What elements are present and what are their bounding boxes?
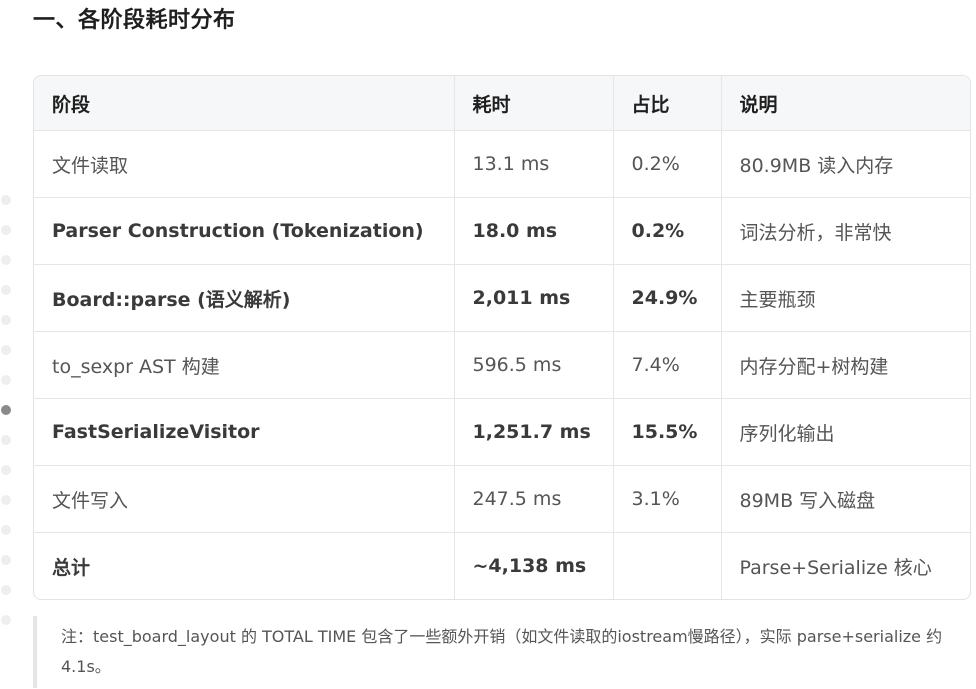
table-row: to_sexpr AST 构建 596.5 ms 7.4% 内存分配+树构建: [34, 331, 970, 399]
table-row: 文件写入 247.5 ms 3.1% 89MB 写入磁盘: [34, 465, 970, 533]
stage-cell: 文件写入: [34, 465, 455, 533]
note-text: 注：test_board_layout 的 TOTAL TIME 包含了一些额外…: [61, 627, 943, 676]
header-description: 说明: [721, 76, 970, 131]
stage-cell: Parser Construction (Tokenization): [34, 197, 455, 265]
description-cell: 序列化输出: [721, 398, 970, 466]
ratio-cell: 7.4%: [613, 331, 722, 399]
description-cell: 主要瓶颈: [721, 264, 970, 332]
header-ratio: 占比: [613, 76, 722, 131]
header-time: 耗时: [454, 76, 614, 131]
ratio-cell: [613, 532, 722, 599]
table-header-row: 阶段 耗时 占比 说明: [34, 76, 970, 131]
ratio-cell: 0.2%: [613, 197, 722, 265]
nav-dot[interactable]: [1, 285, 11, 295]
section-heading: 一、各阶段耗时分布: [33, 8, 236, 33]
stage-cell: to_sexpr AST 构建: [34, 331, 455, 399]
nav-dot[interactable]: [1, 195, 11, 205]
time-cell: 13.1 ms: [454, 130, 614, 198]
time-cell: ~4,138 ms: [454, 532, 614, 599]
table-row: 文件读取 13.1 ms 0.2% 80.9MB 读入内存: [34, 130, 970, 198]
stage-cell: 文件读取: [34, 130, 455, 198]
nav-dot[interactable]: [1, 525, 11, 535]
note-blockquote: 注：test_board_layout 的 TOTAL TIME 包含了一些额外…: [33, 616, 976, 688]
nav-dot[interactable]: [1, 375, 11, 385]
stage-cell: Board::parse (语义解析): [34, 264, 455, 332]
description-cell: 词法分析，非常快: [721, 197, 970, 265]
nav-dot[interactable]: [1, 315, 11, 325]
nav-dot[interactable]: [1, 585, 11, 595]
nav-dot[interactable]: [1, 345, 11, 355]
time-cell: 596.5 ms: [454, 331, 614, 399]
time-cell: 247.5 ms: [454, 465, 614, 533]
ratio-cell: 24.9%: [613, 264, 722, 332]
description-cell: 内存分配+树构建: [721, 331, 970, 399]
ratio-cell: 0.2%: [613, 130, 722, 198]
table-row: Board::parse (语义解析) 2,011 ms 24.9% 主要瓶颈: [34, 264, 970, 332]
ratio-cell: 15.5%: [613, 398, 722, 466]
description-cell: Parse+Serialize 核心: [739, 556, 932, 579]
nav-dot[interactable]: [1, 555, 11, 565]
time-cell: 2,011 ms: [454, 264, 614, 332]
description-cell: 80.9MB 读入内存: [721, 130, 970, 198]
table-row: FastSerializeVisitor 1,251.7 ms 15.5% 序列…: [34, 398, 970, 466]
nav-dot[interactable]: [1, 435, 11, 445]
nav-dot[interactable]: [1, 225, 11, 235]
time-cell: 18.0 ms: [454, 197, 614, 265]
timing-table: 阶段 耗时 占比 说明 文件读取 13.1 ms 0.2% 80.9MB 读入内…: [33, 75, 971, 600]
nav-dot[interactable]: [1, 255, 11, 265]
nav-dot-active[interactable]: [1, 405, 11, 415]
nav-dot[interactable]: [1, 615, 11, 625]
stage-cell: FastSerializeVisitor: [34, 398, 455, 466]
time-cell: 1,251.7 ms: [454, 398, 614, 466]
table-row-total: 总计 ~4,138 ms Parse+Serialize 核心: [34, 532, 970, 599]
ratio-cell: 3.1%: [613, 465, 722, 533]
nav-dot[interactable]: [1, 465, 11, 475]
stage-cell: 总计: [34, 532, 455, 599]
description-cell: 89MB 写入磁盘: [721, 465, 970, 533]
header-stage: 阶段: [34, 76, 455, 131]
nav-dot[interactable]: [1, 495, 11, 505]
table-row: Parser Construction (Tokenization) 18.0 …: [34, 197, 970, 265]
